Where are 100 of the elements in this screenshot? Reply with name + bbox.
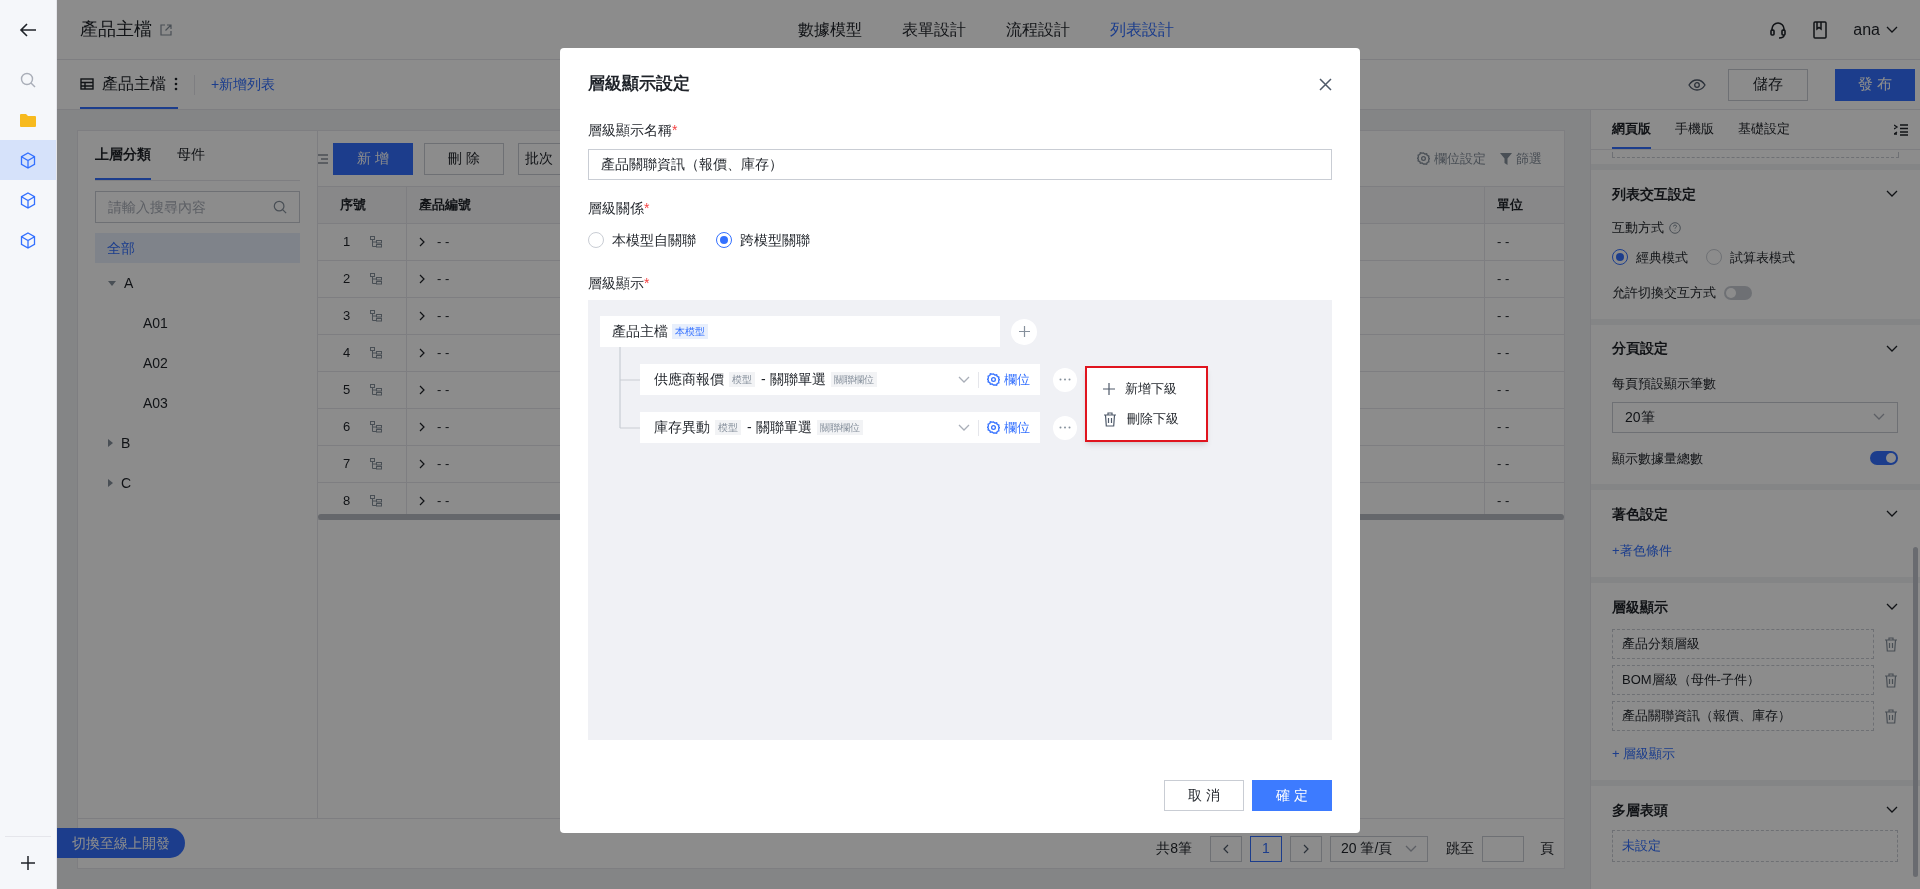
help-icon[interactable] [1669,221,1681,234]
select-field[interactable]: 20筆 [1612,401,1898,433]
back-arrow-icon[interactable] [19,22,37,38]
tree-item[interactable]: A [122,272,136,294]
hierarchy-item[interactable]: 產品關聯資訊（報價、庫存） [1612,701,1874,731]
column-header: 序號 [340,196,366,215]
radio-button[interactable] [1612,249,1628,266]
hierarchy-icon[interactable] [370,421,383,433]
save-button[interactable]: 儲存 [1728,68,1808,101]
caret-right-icon[interactable] [108,439,113,447]
tree-item[interactable]: A03 [141,392,170,414]
more-button[interactable] [1053,367,1077,392]
child-node[interactable]: 供應商報價 模型 - 關聯單選 關聯欄位 欄位 [640,364,1040,395]
settings-tab[interactable]: 手機版 [1675,110,1714,149]
menu-item[interactable]: 刪除下級 [1103,406,1206,432]
table-cell-text: - - [1497,307,1510,326]
panel-tab[interactable]: 上層分類 [95,131,151,180]
fields-link[interactable]: 欄位 [987,369,1030,390]
book-icon[interactable] [1813,20,1828,39]
child-node[interactable]: 庫存異動 模型 - 關聯單選 關聯欄位 欄位 [640,412,1040,443]
hierarchy-icon[interactable] [370,236,383,248]
more-button[interactable] [1053,415,1077,440]
field-tag: 關聯欄位 [816,420,863,435]
nav-tab[interactable]: 表單設計 [902,17,966,42]
add-hierarchy-link[interactable]: + 層級顯示 [1612,746,1676,761]
switch-online-button[interactable]: 切換至線上開發 [57,828,185,858]
hierarchy-icon[interactable] [370,458,383,470]
hierarchy-icon[interactable] [370,384,383,396]
radio-button[interactable] [1706,249,1722,266]
fields-link[interactable]: 欄位 [987,417,1030,438]
list-icon[interactable] [318,153,328,164]
name-field[interactable]: 產品關聯資訊（報價、庫存） [588,149,1332,180]
chevron-down-icon [1886,603,1898,611]
list-tab[interactable]: 產品主檔 [80,60,178,109]
close-icon[interactable] [1319,77,1332,91]
tree-item[interactable]: B [119,432,133,454]
add-icon[interactable] [21,856,35,870]
caret-down-icon[interactable] [108,280,116,286]
expand-chevron-icon[interactable] [419,348,425,358]
filter-icon [1500,152,1512,165]
table-cell-text: - - [1497,492,1510,511]
expand-chevron-icon[interactable] [419,237,425,247]
expand-chevron-icon[interactable] [419,385,425,395]
expand-chevron-icon[interactable] [419,496,425,506]
hierarchy-item[interactable]: BOM層級（母件-子件） [1612,665,1874,695]
toggle-switch[interactable] [1724,285,1752,300]
hierarchy-icon[interactable] [370,495,383,507]
next-page-button[interactable] [1290,835,1322,862]
scrollbar[interactable] [1913,547,1918,877]
chevron-down-icon [1886,25,1898,34]
expand-chevron-icon[interactable] [419,422,425,432]
field-label: 互動方式 [1612,219,1664,237]
trash-icon[interactable] [1103,411,1117,427]
tree-item[interactable]: A02 [141,352,170,374]
add-child-button[interactable] [1011,318,1037,345]
prev-page-button[interactable] [1210,835,1242,862]
collapse-list-icon[interactable] [1894,123,1908,136]
expand-chevron-icon[interactable] [419,274,425,284]
radio-button[interactable] [588,232,604,248]
page-size-select[interactable]: 20 筆/頁 [1330,835,1428,862]
hierarchy-icon[interactable] [370,347,383,359]
expand-chevron-icon[interactable] [419,311,425,321]
chevron-down-icon [1886,510,1898,518]
nav-tab[interactable]: 列表設計 [1110,17,1174,42]
root-node[interactable]: 產品主檔 本模型 [600,316,1000,347]
radio-label: 經典模式 [1636,248,1688,267]
nav-tab[interactable]: 數據模型 [798,17,862,42]
radio-button[interactable] [716,232,732,248]
row-number: 7 [343,455,351,474]
hierarchy-item[interactable]: 產品分類層級 [1612,629,1874,659]
eye-icon[interactable] [1688,78,1706,91]
publish-button[interactable]: 發 布 [1835,68,1915,101]
multi-header-box[interactable]: 未設定 [1612,830,1898,862]
menu-item[interactable]: 新增下級 [1103,376,1206,402]
toolbar-button[interactable]: 刪 除 [424,142,504,175]
toggle-switch[interactable] [1870,451,1898,466]
toolbar-button[interactable]: 新 增 [333,142,413,175]
page-button[interactable]: 1 [1250,835,1282,862]
user-menu[interactable]: ana [1853,17,1898,42]
tree-item[interactable]: C [119,472,134,494]
add-color-rule-link[interactable]: +著色條件 [1612,543,1672,558]
headset-icon[interactable] [1769,20,1788,39]
expand-chevron-icon[interactable] [419,459,425,469]
settings-tab[interactable]: 基礎設定 [1738,110,1790,149]
search-icon [20,72,36,88]
add-list-link[interactable]: +新增列表 [211,74,276,95]
hierarchy-icon[interactable] [370,273,383,285]
more-icon[interactable] [174,76,178,91]
nav-tab[interactable]: 流程設計 [1006,17,1070,42]
settings-tab[interactable]: 網頁版 [1612,110,1651,149]
confirm-button[interactable]: 確 定 [1252,780,1332,811]
sidebar-item[interactable] [0,140,56,180]
panel-tab[interactable]: 母件 [177,131,205,180]
toggle-label: 顯示數據量總數 [1612,449,1703,468]
cancel-button[interactable]: 取 消 [1164,780,1244,811]
page-input[interactable] [1482,835,1524,862]
external-link-icon[interactable] [160,23,172,36]
tree-item[interactable]: A01 [141,312,170,334]
hierarchy-icon[interactable] [370,310,383,322]
caret-right-icon[interactable] [108,479,113,487]
